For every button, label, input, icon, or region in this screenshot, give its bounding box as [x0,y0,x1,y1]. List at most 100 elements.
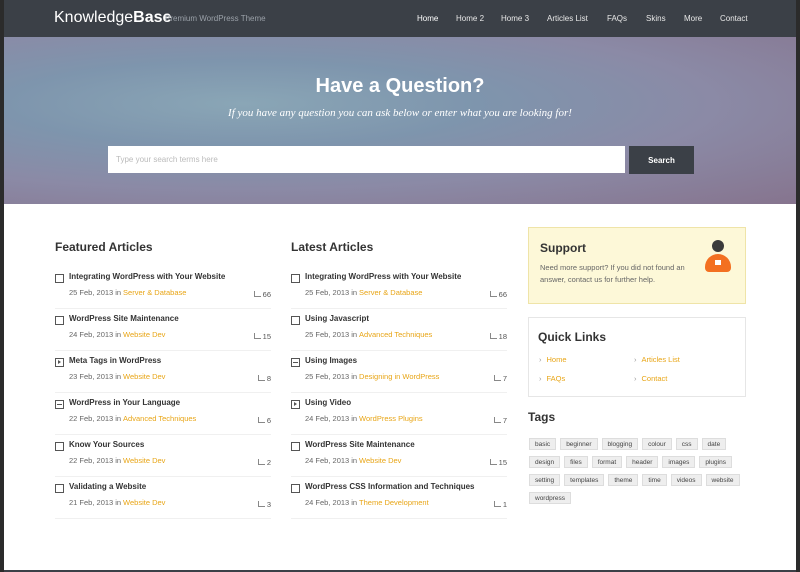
top-navigation-bar: KnowledgeBase Premium WordPress Theme Ho… [4,0,796,37]
article-likes: 6 [257,416,271,425]
article-item[interactable]: Know Your Sources 22 Feb, 2013 in Website D… [55,440,271,477]
nav-home-3[interactable]: Home 3 [501,14,529,23]
search-button[interactable]: Search [629,146,694,174]
article-item[interactable]: Integrating WordPress with Your Website 2… [55,272,271,309]
article-category-link[interactable]: Website Dev [123,372,165,381]
nav-home[interactable]: Home [417,14,438,23]
article-category-link[interactable]: Designing in WordPress [359,372,439,381]
quick-link-faqs[interactable]: › FAQs [539,374,565,383]
article-item[interactable]: WordPress in Your Language 22 Feb, 2013 in… [55,398,271,435]
quick-link-home[interactable]: › Home [539,355,567,364]
chevron-right-icon: › [634,374,637,383]
tag-item[interactable]: colour [642,438,672,450]
article-meta: 23 Feb, 2013 in Website Dev [69,372,165,381]
nav-faqs[interactable]: FAQs [607,14,627,23]
article-title[interactable]: WordPress Site Maintenance [69,314,179,323]
article-date: 24 Feb, 2013 [305,498,350,507]
latest-articles-title: Latest Articles [291,240,374,254]
tag-item[interactable]: website [705,474,740,486]
nav-home-2[interactable]: Home 2 [456,14,484,23]
quick-link-articles-list[interactable]: › Articles List [634,355,680,364]
article-category-link[interactable]: WordPress Plugins [359,414,423,423]
tag-item[interactable]: beginner [560,438,598,450]
tags-title: Tags [528,410,556,424]
article-title[interactable]: Using Video [305,398,351,407]
article-meta: 21 Feb, 2013 in Website Dev [69,498,165,507]
tag-item[interactable]: theme [608,474,639,486]
nav-skins[interactable]: Skins [646,14,666,23]
article-title[interactable]: WordPress in Your Language [69,398,180,407]
tag-item[interactable]: css [675,438,698,450]
like-count: 1 [502,500,507,509]
quick-link-label: FAQs [546,374,566,383]
article-title[interactable]: Know Your Sources [69,440,144,449]
article-item[interactable]: Integrating WordPress with Your Website 2… [291,272,507,309]
search-input[interactable] [108,146,625,173]
article-item[interactable]: WordPress Site Maintenance 24 Feb, 2013 in… [55,314,271,351]
tag-item[interactable]: plugins [699,456,732,468]
article-title[interactable]: WordPress CSS Information and Techniques [305,482,475,491]
tag-item[interactable]: files [564,456,588,468]
article-title[interactable]: Using Javascript [305,314,369,323]
tag-item[interactable]: videos [670,474,702,486]
tag-item[interactable]: wordpress [529,492,571,504]
article-category-link[interactable]: Advanced Techniques [359,330,432,339]
article-item[interactable]: WordPress CSS Information and Techniques… [291,482,507,519]
like-count: 66 [498,290,507,299]
article-title[interactable]: Meta Tags in WordPress [69,356,161,365]
article-category-link[interactable]: Website Dev [123,498,165,507]
tag-item[interactable]: blogging [601,438,639,450]
article-item[interactable]: Using Images 25 Feb, 2013 in Designing in W… [291,356,507,393]
meta-in-label: in [351,288,358,297]
like-count: 8 [266,374,271,383]
tag-item[interactable]: time [642,474,667,486]
doc-icon [291,484,300,493]
article-item[interactable]: Meta Tags in WordPress 23 Feb, 2013 in Webs… [55,356,271,393]
tag-item[interactable]: header [626,456,659,468]
tag-item[interactable]: images [662,456,696,468]
article-date: 25 Feb, 2013 [305,372,350,381]
article-category-link[interactable]: Server & Database [123,288,186,297]
like-count: 18 [498,332,507,341]
article-category-link[interactable]: Website Dev [123,456,165,465]
meta-in-label: in [115,330,122,339]
article-meta: 24 Feb, 2013 in Website Dev [305,456,401,465]
article-title[interactable]: WordPress Site Maintenance [305,440,415,449]
meta-in-label: in [351,372,358,381]
article-date: 21 Feb, 2013 [69,498,114,507]
quick-link-contact[interactable]: › Contact [634,374,667,383]
article-category-link[interactable]: Advanced Techniques [123,414,196,423]
tag-item[interactable]: basic [529,438,557,450]
tag-item[interactable]: date [701,438,727,450]
tag-item[interactable]: design [529,456,561,468]
article-category-link[interactable]: Theme Development [359,498,429,507]
tag-item[interactable]: setting [529,474,561,486]
article-title[interactable]: Integrating WordPress with Your Website [69,272,225,281]
site-logo[interactable]: KnowledgeBase [54,9,171,27]
article-meta: 24 Feb, 2013 in Theme Development [305,498,429,507]
article-title[interactable]: Validating a Website [69,482,146,491]
meta-in-label: in [115,372,122,381]
nav-contact[interactable]: Contact [720,14,748,23]
nav-more[interactable]: More [684,14,702,23]
article-likes: 66 [253,290,271,299]
article-item[interactable]: Validating a Website 21 Feb, 2013 in Websit… [55,482,271,519]
article-item[interactable]: Using Video 24 Feb, 2013 in WordPress Plugi… [291,398,507,435]
article-category-link[interactable]: Server & Database [359,288,422,297]
article-meta: 25 Feb, 2013 in Designing in WordPress [305,372,439,381]
logo-text-light: Knowledge [54,9,134,26]
article-item[interactable]: Using Javascript 25 Feb, 2013 in Advanced T… [291,314,507,351]
article-item[interactable]: WordPress Site Maintenance 24 Feb, 2013 in… [291,440,507,477]
tag-item[interactable]: templates [564,474,605,486]
article-title[interactable]: Integrating WordPress with Your Website [305,272,461,281]
article-likes: 2 [257,458,271,467]
article-category-link[interactable]: Website Dev [359,456,401,465]
article-title[interactable]: Using Images [305,356,357,365]
like-icon [253,333,261,339]
hero-title: Have a Question? [315,75,485,97]
image-icon [291,358,300,367]
article-category-link[interactable]: Website Dev [123,330,165,339]
tag-item[interactable]: format [591,456,623,468]
nav-articles-list[interactable]: Articles List [547,14,588,23]
article-likes: 18 [489,332,507,341]
